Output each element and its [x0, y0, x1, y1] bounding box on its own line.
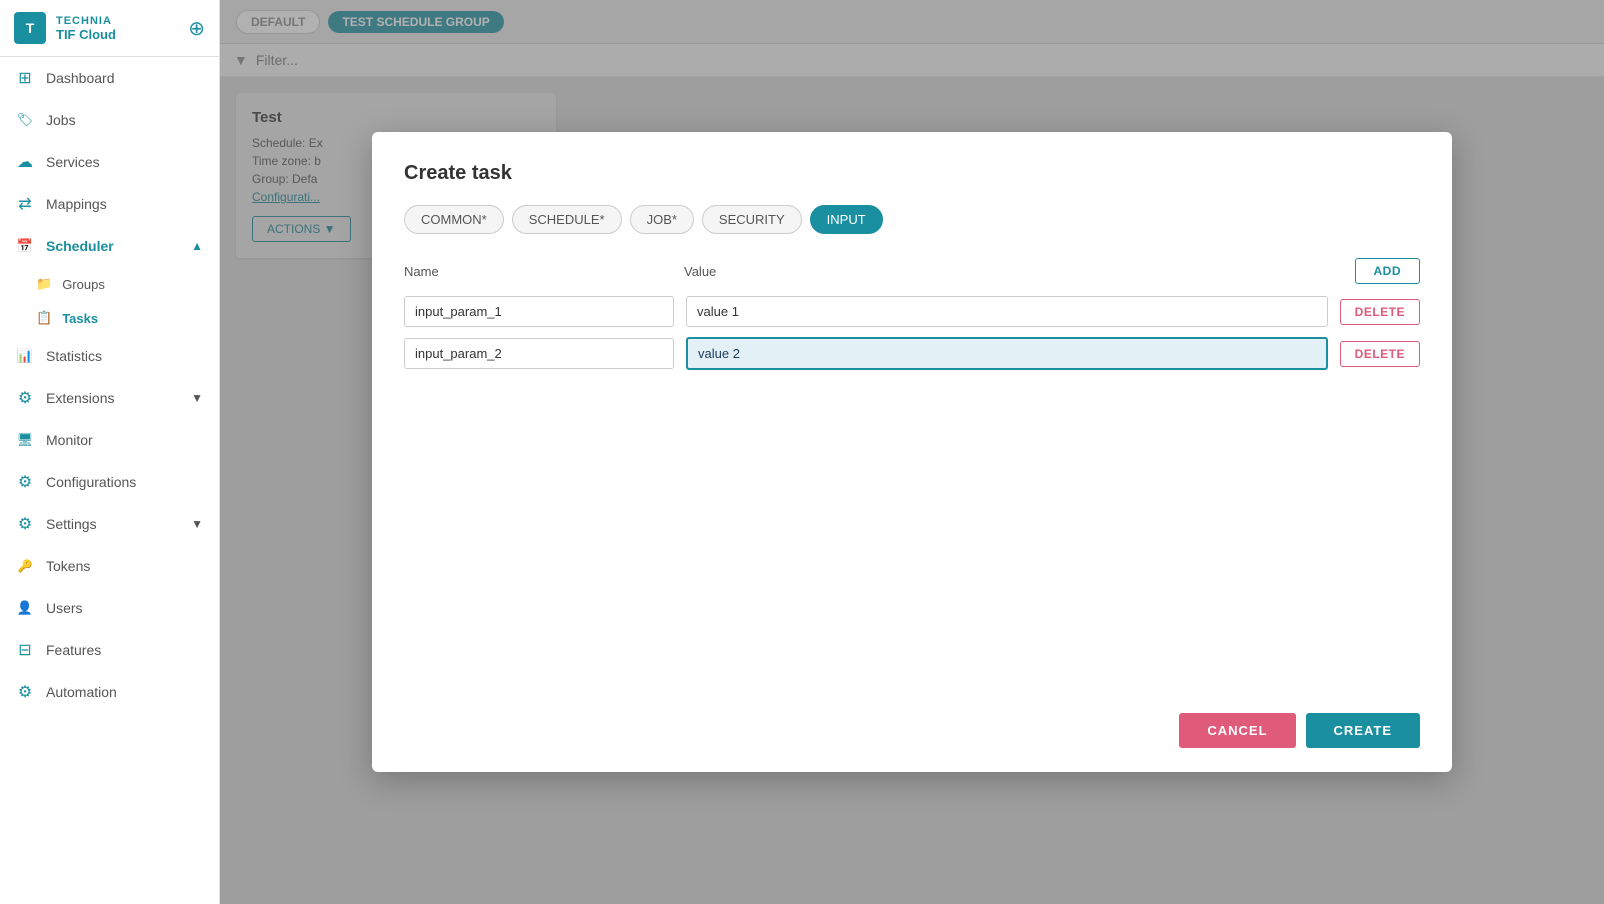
param-name-input-2[interactable]: [404, 338, 674, 369]
logo-brand: TECHNIA: [56, 15, 116, 27]
logo-text: TECHNIA TIF Cloud: [56, 15, 116, 42]
input-table-header: Name Value ADD: [404, 258, 1420, 284]
sidebar-item-label: Statistics: [46, 348, 102, 364]
sidebar-item-jobs[interactable]: Jobs: [0, 99, 219, 141]
sidebar: T TECHNIA TIF Cloud ⊕ Dashboard Jobs Ser…: [0, 0, 220, 904]
chevron-down-icon: ▼: [191, 391, 203, 405]
sidebar-item-label: Extensions: [46, 390, 114, 406]
col-action-header: ADD: [1320, 258, 1420, 284]
sidebar-item-users[interactable]: Users: [0, 587, 219, 629]
delete-button-2[interactable]: DELETE: [1340, 341, 1420, 367]
col-value-header: Value: [684, 264, 1320, 279]
mappings-icon: [16, 195, 34, 213]
extensions-icon: [16, 389, 34, 407]
sidebar-item-groups[interactable]: 📁 Groups: [20, 267, 219, 301]
sidebar-item-extensions[interactable]: Extensions ▼: [0, 377, 219, 419]
sidebar-logo: T TECHNIA TIF Cloud ⊕: [0, 0, 219, 57]
tab-input[interactable]: INPUT: [810, 205, 883, 234]
dashboard-icon: [16, 69, 34, 87]
sidebar-item-label: Dashboard: [46, 70, 115, 86]
input-row-2: DELETE: [404, 337, 1420, 370]
main-content: DEFAULT TEST SCHEDULE GROUP ▼ Test Sched…: [220, 0, 1604, 904]
sidebar-item-label: Scheduler: [46, 238, 114, 254]
sidebar-item-label: Services: [46, 154, 100, 170]
sidebar-item-settings[interactable]: Settings ▼: [0, 503, 219, 545]
sidebar-item-statistics[interactable]: Statistics: [0, 335, 219, 377]
sidebar-item-tokens[interactable]: Tokens: [0, 545, 219, 587]
add-button[interactable]: ADD: [1355, 258, 1421, 284]
add-icon[interactable]: ⊕: [188, 16, 205, 41]
tab-schedule[interactable]: SCHEDULE*: [512, 205, 622, 234]
create-task-modal: Create task COMMON* SCHEDULE* JOB* SECUR…: [372, 132, 1452, 772]
sidebar-item-mappings[interactable]: Mappings: [0, 183, 219, 225]
monitor-icon: [16, 431, 34, 449]
sidebar-item-monitor[interactable]: Monitor: [0, 419, 219, 461]
configurations-icon: [16, 473, 34, 491]
subnav-label: Groups: [62, 277, 105, 292]
delete-button-1[interactable]: DELETE: [1340, 299, 1420, 325]
sidebar-item-label: Features: [46, 642, 101, 658]
users-icon: [16, 599, 34, 617]
sidebar-item-automation[interactable]: Automation: [0, 671, 219, 713]
logo-product: TIF Cloud: [56, 27, 116, 42]
sidebar-item-label: Mappings: [46, 196, 107, 212]
input-row-1: DELETE: [404, 296, 1420, 327]
subnav-label: Tasks: [62, 311, 98, 326]
col-name-header: Name: [404, 264, 684, 279]
tokens-icon: [16, 557, 34, 575]
automation-icon: [16, 683, 34, 701]
scheduler-icon: [16, 237, 34, 255]
jobs-icon: [16, 111, 34, 129]
services-icon: [16, 153, 34, 171]
statistics-icon: [16, 347, 34, 365]
sidebar-item-label: Configurations: [46, 474, 136, 490]
sidebar-item-label: Settings: [46, 516, 97, 532]
sidebar-item-dashboard[interactable]: Dashboard: [0, 57, 219, 99]
features-icon: [16, 641, 34, 659]
sidebar-item-services[interactable]: Services: [0, 141, 219, 183]
sidebar-item-label: Automation: [46, 684, 117, 700]
create-button[interactable]: CREATE: [1306, 713, 1420, 748]
sidebar-item-scheduler[interactable]: Scheduler ▲: [0, 225, 219, 267]
tab-job[interactable]: JOB*: [630, 205, 694, 234]
tasks-icon: 📋: [36, 310, 52, 326]
param-value-input-1[interactable]: [686, 296, 1328, 327]
scheduler-subnav: 📁 Groups 📋 Tasks: [0, 267, 219, 335]
sidebar-item-label: Users: [46, 600, 83, 616]
param-value-input-2[interactable]: [686, 337, 1328, 370]
settings-icon: [16, 515, 34, 533]
chevron-up-icon: ▲: [191, 239, 203, 253]
tab-security[interactable]: SECURITY: [702, 205, 802, 234]
param-name-input-1[interactable]: [404, 296, 674, 327]
sidebar-item-label: Jobs: [46, 112, 76, 128]
sidebar-item-features[interactable]: Features: [0, 629, 219, 671]
sidebar-item-configurations[interactable]: Configurations: [0, 461, 219, 503]
tab-common[interactable]: COMMON*: [404, 205, 504, 234]
modal-overlay: Create task COMMON* SCHEDULE* JOB* SECUR…: [220, 0, 1604, 904]
app-logo-icon: T: [14, 12, 46, 44]
sidebar-item-label: Monitor: [46, 432, 93, 448]
sidebar-item-tasks[interactable]: 📋 Tasks: [20, 301, 219, 335]
chevron-down-icon: ▼: [191, 517, 203, 531]
modal-footer: CANCEL CREATE: [404, 693, 1420, 748]
sidebar-item-label: Tokens: [46, 558, 90, 574]
folder-icon: 📁: [36, 276, 52, 292]
cancel-button[interactable]: CANCEL: [1179, 713, 1295, 748]
modal-title: Create task: [404, 162, 1420, 185]
modal-tabs: COMMON* SCHEDULE* JOB* SECURITY INPUT: [404, 205, 1420, 234]
